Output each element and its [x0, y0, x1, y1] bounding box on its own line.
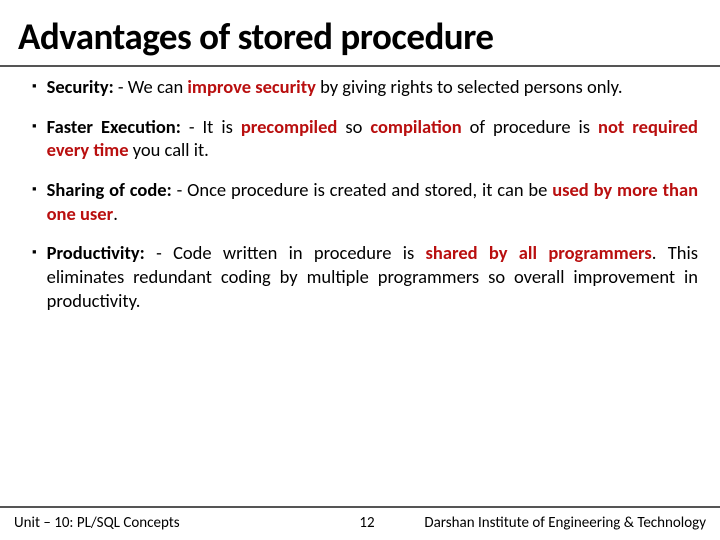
- footer-unit: Unit – 10: PL/SQL Concepts: [14, 514, 180, 532]
- bullet-marker-icon: ▪: [32, 178, 37, 225]
- list-item: ▪ Security: - We can improve security by…: [32, 75, 698, 99]
- footer-page-number: 12: [180, 514, 425, 532]
- slide-title: Advantages of stored procedure: [0, 0, 720, 67]
- bullet-list: ▪ Security: - We can improve security by…: [0, 75, 720, 312]
- list-item: ▪ Sharing of code: - Once procedure is c…: [32, 178, 698, 225]
- footer-institute: Darshan Institute of Engineering & Techn…: [424, 514, 706, 532]
- list-item: ▪ Faster Execution: - It is precompiled …: [32, 115, 698, 162]
- footer: Unit – 10: PL/SQL Concepts 12 Darshan In…: [0, 506, 720, 540]
- bullet-marker-icon: ▪: [32, 75, 37, 99]
- bullet-marker-icon: ▪: [32, 115, 37, 162]
- bullet-marker-icon: ▪: [32, 241, 37, 312]
- list-item: ▪ Productivity: - Code written in proced…: [32, 241, 698, 312]
